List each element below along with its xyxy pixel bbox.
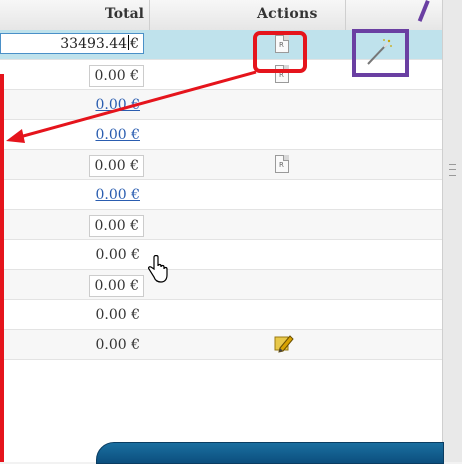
- table-row[interactable]: 0.00 €: [0, 300, 442, 330]
- report-icon[interactable]: [275, 155, 289, 173]
- table-row[interactable]: 0.00 €: [0, 270, 442, 300]
- total-value: 0.00 €: [95, 337, 140, 353]
- vertical-scrollbar[interactable]: [442, 0, 462, 462]
- hand-cursor-icon: [148, 255, 168, 283]
- total-value[interactable]: 0.00 €: [89, 65, 144, 87]
- table-row[interactable]: 0.00 €: [0, 150, 442, 180]
- magic-wand-icon[interactable]: [364, 37, 394, 67]
- total-link[interactable]: 0.00 €: [91, 95, 144, 115]
- report-icon[interactable]: [275, 35, 289, 53]
- currency-symbol: €: [130, 36, 139, 52]
- table-row[interactable]: 0.00 €: [0, 120, 442, 150]
- scrollbar-grip-icon[interactable]: [449, 164, 456, 176]
- table-header: Total Actions: [0, 0, 442, 31]
- report-icon[interactable]: [275, 65, 289, 83]
- table-row[interactable]: 0.00 €: [0, 210, 442, 240]
- edit-pencil-icon[interactable]: [272, 332, 294, 354]
- total-edit-value: 33493.44: [60, 36, 128, 52]
- column-header-actions[interactable]: Actions: [257, 6, 318, 22]
- bottom-toolbar: [96, 442, 444, 464]
- column-header-total[interactable]: Total: [98, 6, 144, 22]
- total-value: 0.00 €: [95, 247, 140, 263]
- table-row[interactable]: 0.00 €: [0, 180, 442, 210]
- table-row[interactable]: 0.00 €: [0, 330, 442, 360]
- header-separator: [345, 0, 346, 30]
- total-value[interactable]: 0.00 €: [89, 155, 144, 177]
- header-separator: [149, 0, 150, 30]
- total-edit-input[interactable]: 33493.44 €: [0, 33, 144, 54]
- total-link[interactable]: 0.00 €: [91, 125, 144, 145]
- invoice-table-panel: Total Actions 33493.44€ 0.00 € 0.00 € 0.00…: [0, 0, 442, 462]
- text-caret: [128, 35, 130, 50]
- total-link[interactable]: 0.00 €: [91, 185, 144, 205]
- total-value: 0.00 €: [95, 307, 140, 323]
- table-row[interactable]: 0.00 €: [0, 90, 442, 120]
- table-row[interactable]: 0.00 €: [0, 240, 442, 270]
- total-value[interactable]: 0.00 €: [89, 215, 144, 237]
- total-value[interactable]: 0.00 €: [89, 275, 144, 297]
- table-body: 33493.44€ 0.00 € 0.00 € 0.00 € 0.00 € 0.00 €…: [0, 30, 442, 360]
